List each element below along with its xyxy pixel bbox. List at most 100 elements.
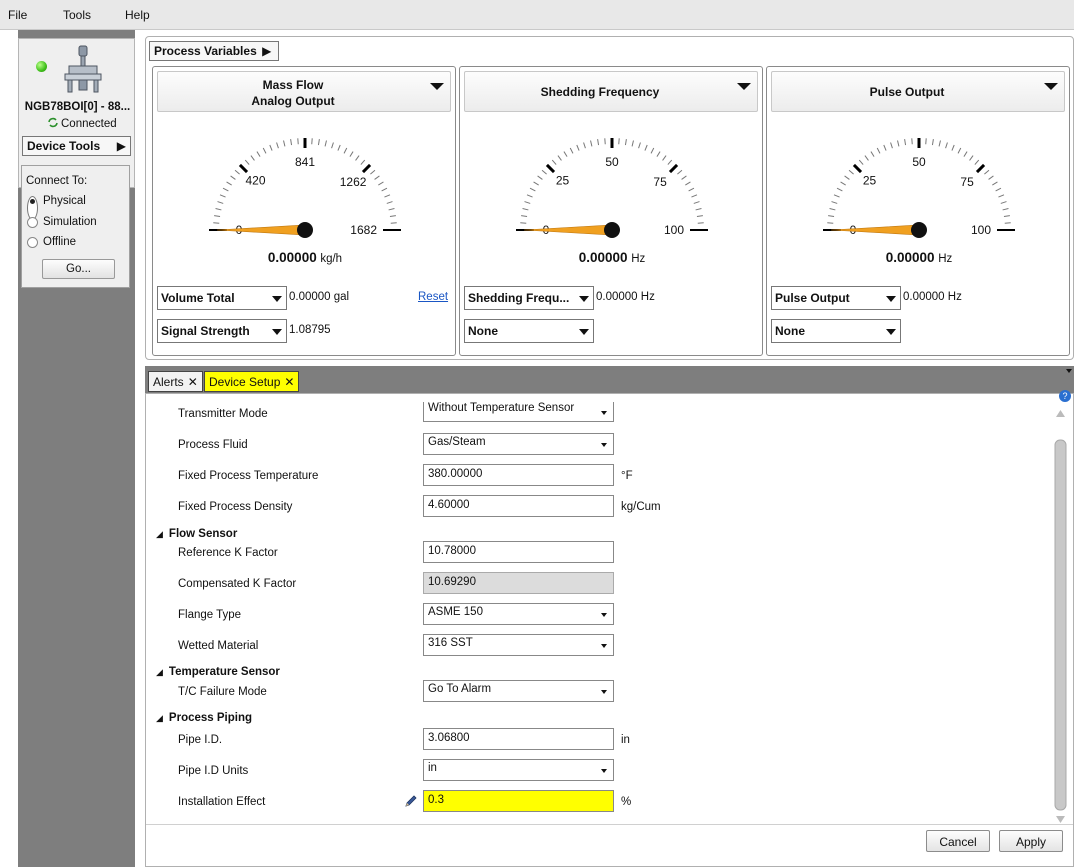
gauge-minor-tick [384, 194, 391, 198]
gauge-minor-tick [374, 175, 380, 180]
gauge-value-unit: Hz [938, 253, 953, 265]
tab-device-setup[interactable]: Device Setup ✕ [204, 371, 300, 392]
compensated-k-factor-readonly: 10.69290 [423, 572, 614, 594]
scroll-up-arrow-icon[interactable] [1056, 410, 1065, 417]
pencil-edit-icon [405, 795, 417, 807]
gauge-minor-tick [230, 175, 236, 180]
device-tools-label: Device Tools [27, 139, 101, 153]
dropdown-arrow-icon [579, 329, 589, 335]
dropdown-arrow-icon [272, 296, 282, 302]
gauge-hub [604, 222, 620, 238]
section-title: Process Piping [168, 712, 253, 724]
select-value: 316 SST [428, 637, 473, 649]
fixed-process-temperature-input[interactable]: 380.00000 [423, 464, 614, 486]
help-icon[interactable]: ? [1059, 390, 1071, 402]
fixed-process-density-input[interactable]: 4.60000 [423, 495, 614, 517]
dropdown-arrow-icon [886, 296, 896, 302]
gauge-minor-tick [848, 169, 854, 175]
tc-failure-mode-select[interactable]: Go To Alarm [423, 680, 614, 702]
gauge-minor-tick [870, 151, 875, 157]
gauge-major-tick [545, 163, 556, 174]
signal-strength-select[interactable]: Signal Strength [157, 319, 287, 343]
radio-simulation-label: Simulation [43, 216, 97, 228]
radio-simulation[interactable] [27, 217, 38, 228]
volume-total-select[interactable]: Volume Total [157, 286, 287, 310]
shedding-frequency-select[interactable]: Shedding Frequ... [464, 286, 594, 310]
reference-k-factor-label: Reference K Factor [178, 547, 278, 559]
flange-type-select[interactable]: ASME 150 [423, 603, 614, 625]
pulse-output-select[interactable]: Pulse Output [771, 286, 901, 310]
gauge-minor-tick [951, 144, 955, 151]
menu-file[interactable]: File [8, 8, 27, 22]
secondary-variable-select[interactable]: None [464, 319, 594, 343]
gauge-dial: 0255075100 [516, 138, 708, 238]
close-icon[interactable]: ✕ [188, 375, 198, 389]
gauge-minor-tick [695, 208, 702, 211]
gauge-minor-tick [677, 169, 683, 175]
gauge-minor-tick [836, 187, 843, 192]
scroll-down-arrow-icon[interactable] [1056, 816, 1065, 823]
process-variables-button[interactable]: Process Variables ▶ [149, 41, 279, 61]
connection-status-text: Connected [61, 118, 117, 130]
vertical-scrollbar[interactable] [1054, 404, 1067, 831]
gauge-minor-tick [226, 181, 232, 186]
dropdown-arrow-icon [601, 411, 607, 415]
reset-link[interactable]: Reset [418, 291, 448, 303]
select-value: ASME 150 [428, 606, 483, 618]
process-fluid-select[interactable]: Gas/Steam [423, 433, 614, 455]
select-value: Without Temperature Sensor [428, 402, 575, 414]
overflow-arrow-icon[interactable] [1066, 369, 1072, 373]
gauge-value-unit: Hz [631, 253, 646, 265]
pipe-id-input[interactable]: 3.06800 [423, 728, 614, 750]
select-label: Signal Strength [161, 324, 250, 338]
gauge-minor-tick [995, 187, 1002, 192]
section-process-piping[interactable]: ◢ Process Piping [156, 712, 252, 724]
gauge-minor-tick [992, 181, 998, 186]
gauge-major-tick [361, 163, 372, 174]
radio-offline[interactable] [27, 237, 38, 248]
gauge-major-tick [238, 163, 249, 174]
gauge-panel-pulse-output: Pulse Output 0255075100 0.00000 Hz Pulse… [766, 66, 1070, 356]
device-tools-button[interactable]: Device Tools ▶ [22, 136, 131, 156]
compensated-k-factor-label: Compensated K Factor [178, 578, 297, 590]
gauge-minor-tick [897, 140, 900, 147]
transmitter-mode-select[interactable]: Without Temperature Sensor [423, 402, 614, 422]
process-fluid-label: Process Fluid [178, 439, 248, 451]
secondary-variable-select[interactable]: None [771, 319, 901, 343]
apply-button[interactable]: Apply [999, 830, 1063, 852]
reference-k-factor-input[interactable]: 10.78000 [423, 541, 614, 563]
gauge-minor-tick [381, 187, 388, 192]
tab-strip: Alerts ✕ Device Setup ✕ [145, 366, 1074, 393]
gauge-minor-tick [290, 139, 293, 146]
gauge-minor-tick [931, 139, 934, 146]
section-flow-sensor[interactable]: ◢ Flow Sensor [156, 528, 237, 540]
gauge-minor-tick [244, 159, 250, 165]
gauge-minor-tick [557, 155, 562, 161]
cancel-button[interactable]: Cancel [926, 830, 990, 852]
gauge-minor-tick [551, 159, 557, 165]
gauge-minor-tick [355, 155, 360, 161]
gauge-minor-tick [214, 215, 221, 218]
wetted-material-select[interactable]: 316 SST [423, 634, 614, 656]
go-button[interactable]: Go... [42, 259, 115, 279]
gauge-minor-tick [569, 147, 574, 154]
connected-icon [48, 117, 58, 128]
gauge-value-number: 0.00000 [885, 250, 935, 265]
connection-status: Connected [47, 117, 117, 130]
menu-help[interactable]: Help [125, 8, 150, 22]
scrollbar-graphic [1054, 410, 1067, 823]
tab-alerts[interactable]: Alerts ✕ [148, 371, 203, 392]
status-led-icon [36, 61, 47, 72]
select-label: None [775, 324, 805, 338]
installation-effect-input[interactable]: 0.3 [423, 790, 614, 812]
gauge-tick-label: 1262 [340, 175, 367, 189]
section-temperature-sensor[interactable]: ◢ Temperature Sensor [156, 666, 280, 678]
gauge-minor-tick [389, 215, 396, 218]
select-value: Go To Alarm [428, 683, 492, 695]
menu-tools[interactable]: Tools [63, 8, 91, 22]
gauge-minor-tick [234, 169, 240, 175]
gauge-major-tick [668, 163, 679, 174]
close-icon[interactable]: ✕ [284, 375, 294, 389]
scrollbar-thumb[interactable] [1054, 439, 1067, 811]
pipe-id-units-select[interactable]: in [423, 759, 614, 781]
